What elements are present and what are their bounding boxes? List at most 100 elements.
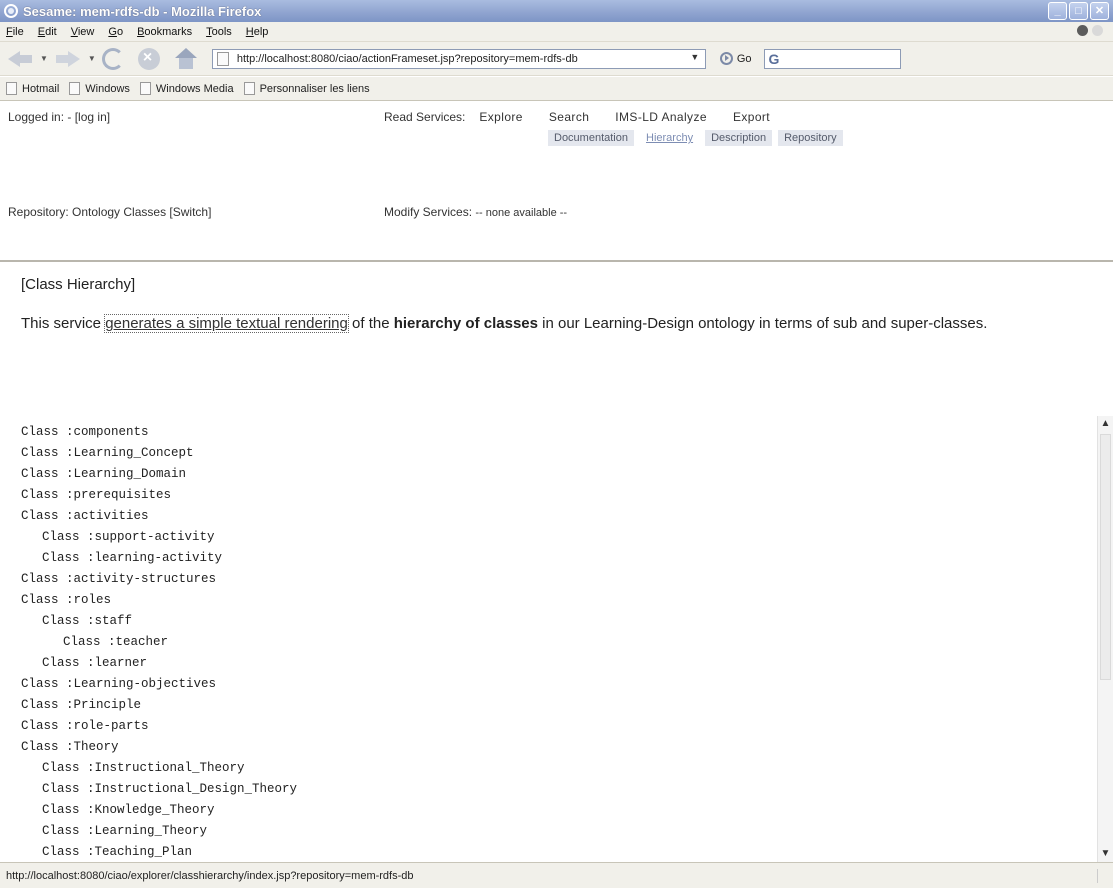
address-url: http://localhost:8080/ciao/actionFramese…: [236, 52, 578, 65]
menu-item-tools[interactable]: Tools: [206, 26, 232, 38]
bookmark-personnaliser-les-liens[interactable]: Personnaliser les liens: [243, 82, 370, 95]
bookmark-page-icon: [139, 82, 151, 95]
home-button[interactable]: [174, 46, 198, 72]
read-service-export[interactable]: Export: [733, 110, 770, 124]
login-status[interactable]: Logged in: - [log in]: [8, 110, 110, 124]
scroll-down-icon[interactable]: ▼: [1098, 846, 1113, 862]
tab-documentation[interactable]: Documentation: [548, 130, 634, 146]
go-label: Go: [736, 52, 752, 65]
menu-item-go[interactable]: Go: [108, 26, 123, 38]
class-item: Class :activities: [21, 509, 149, 523]
read-services-label: Read Services:: [384, 110, 466, 124]
address-dropdown[interactable]: ▼: [688, 52, 702, 66]
menu-item-view[interactable]: View: [71, 26, 95, 38]
bookmark-hotmail[interactable]: Hotmail: [6, 82, 59, 95]
class-item: Class :Instructional_Theory: [42, 761, 245, 775]
menu-item-help[interactable]: Help: [246, 26, 269, 38]
class-item: Class :Teaching_Plan: [42, 845, 193, 859]
class-item: Class :role-parts: [21, 719, 149, 733]
scroll-up-icon[interactable]: ▲: [1098, 416, 1113, 432]
throbber: [1077, 25, 1103, 36]
back-history-dropdown[interactable]: ▼: [40, 54, 48, 63]
intro-text-end: in our Learning-Design ontology in terms…: [537, 315, 988, 332]
bookmark-page-icon: [243, 82, 255, 95]
class-hierarchy-frame[interactable]: Class :components Class :Learning_Concept…: [0, 416, 1097, 862]
tab-repository[interactable]: Repository: [778, 130, 843, 146]
intro-text-bold: hierarchy of classes: [393, 315, 538, 332]
search-engine-icon[interactable]: G: [769, 51, 780, 67]
status-text: http://localhost:8080/ciao/explorer/clas…: [6, 869, 414, 882]
class-item: Class :Learning_Domain: [21, 467, 187, 481]
window-controls: _ □ ✕: [1048, 2, 1109, 20]
forward-history-dropdown[interactable]: ▼: [88, 54, 96, 63]
repository-status[interactable]: Repository: Ontology Classes [Switch]: [8, 205, 211, 219]
reload-icon: [101, 47, 124, 70]
intro-text-start: This service: [21, 315, 106, 332]
intro-text-middle: of the: [347, 315, 394, 332]
maximize-button[interactable]: □: [1069, 2, 1088, 20]
forward-button[interactable]: [54, 46, 82, 72]
address-bar[interactable]: http://localhost:8080/ciao/actionFramese…: [211, 48, 706, 69]
navigation-toolbar: ▼ ▼ http://localhost:8080/ciao/actionFra…: [0, 42, 1113, 76]
read-service-ims-ld-analyze[interactable]: IMS-LD Analyze: [615, 110, 707, 124]
menu-item-edit[interactable]: Edit: [38, 26, 57, 38]
tab-description[interactable]: Description: [705, 130, 773, 146]
page-title: [Class Hierarchy]: [21, 276, 136, 293]
class-item: Class :components: [21, 425, 149, 439]
class-item: Class :teacher: [63, 635, 169, 649]
class-item: Class :prerequisites: [21, 488, 172, 502]
service-subtabs: Documentation Hierarchy Description Reposit…: [548, 130, 843, 146]
close-button[interactable]: ✕: [1090, 2, 1109, 20]
class-item: Class :roles: [21, 593, 112, 607]
back-button[interactable]: [6, 46, 34, 72]
class-item: Class :Theory: [21, 740, 119, 754]
menu-item-file[interactable]: File: [6, 26, 24, 38]
activity-icon: [1077, 25, 1088, 36]
activity-icon-idle: [1092, 25, 1103, 36]
class-item: Class :learning-activity: [42, 551, 223, 565]
read-services: Read Services: Explore Search IMS-LD Analy…: [384, 110, 796, 124]
content-frame: [Class Hierarchy] This service generates…: [0, 264, 1113, 862]
go-button[interactable]: Go: [719, 52, 752, 65]
bookmark-page-icon: [69, 82, 81, 95]
bookmark-page-icon: [6, 82, 17, 95]
modify-services-label: Modify Services:: [384, 205, 473, 219]
menu-bar: File Edit View Go Bookmarks Tools Help: [0, 22, 1113, 42]
stop-icon: [137, 47, 160, 70]
class-item: Class :activity-structures: [21, 572, 217, 586]
class-hierarchy-list: Class :components Class :Learning_Concept…: [21, 422, 297, 862]
read-service-search[interactable]: Search: [549, 110, 589, 124]
minimize-button[interactable]: _: [1048, 2, 1067, 20]
rendering-link[interactable]: generates a simple textual rendering: [104, 314, 349, 333]
home-icon: [174, 47, 198, 70]
bookmark-label: Hotmail: [22, 82, 60, 95]
firefox-icon: [4, 4, 18, 18]
search-input[interactable]: G: [763, 48, 901, 69]
menu-item-bookmarks[interactable]: Bookmarks: [137, 26, 192, 38]
navigation-frame: Logged in: - [log in] Repository: Ontolo…: [0, 102, 1113, 262]
vertical-scrollbar[interactable]: ▲ ▼: [1097, 416, 1113, 862]
modify-services-value: -- none available --: [475, 207, 568, 219]
bookmark-label: Windows: [85, 82, 130, 95]
window-title-bar[interactable]: Sesame: mem-rdfs-db - Mozilla Firefox _ …: [0, 0, 1113, 22]
class-item: Class :support-activity: [42, 530, 215, 544]
stop-button[interactable]: [137, 46, 160, 72]
service-description: This service generates a simple textual …: [21, 314, 1106, 334]
class-item: Class :Principle: [21, 698, 142, 712]
page-icon: [216, 51, 229, 66]
bookmark-windows-media[interactable]: Windows Media: [139, 82, 234, 95]
reload-button[interactable]: [101, 46, 124, 72]
read-service-explore[interactable]: Explore: [479, 110, 523, 124]
scrollbar-thumb[interactable]: [1100, 434, 1111, 680]
bookmark-label: Personnaliser les liens: [259, 82, 370, 95]
bookmarks-toolbar: Hotmail Windows Windows Media Personnaliser…: [0, 77, 1113, 101]
class-item: Class :learner: [42, 656, 148, 670]
resize-grip-icon[interactable]: [1097, 869, 1111, 883]
back-arrow-icon: [6, 48, 34, 70]
class-item: Class :staff: [42, 614, 133, 628]
forward-arrow-icon: [54, 48, 82, 70]
window-title: Sesame: mem-rdfs-db - Mozilla Firefox: [23, 3, 262, 19]
status-bar: http://localhost:8080/ciao/explorer/clas…: [0, 862, 1113, 888]
tab-hierarchy[interactable]: Hierarchy: [640, 130, 700, 146]
bookmark-windows[interactable]: Windows: [69, 82, 130, 95]
